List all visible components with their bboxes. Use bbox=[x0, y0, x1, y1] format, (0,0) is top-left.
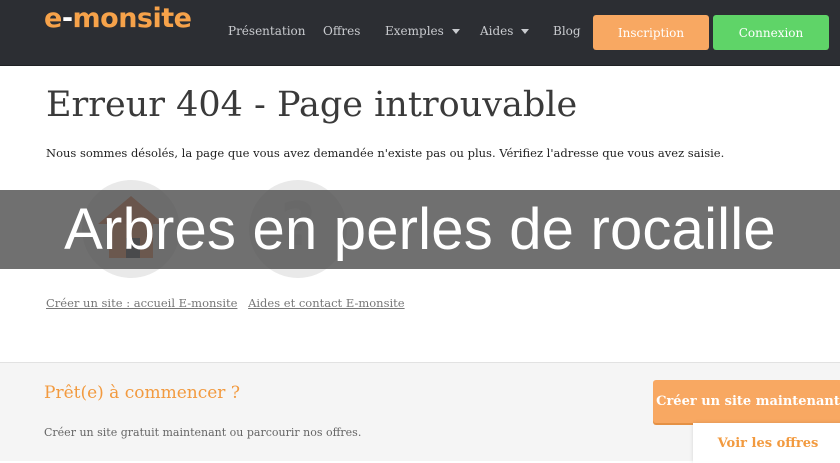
footer-title: Prêt(e) à commencer ? bbox=[44, 383, 240, 403]
nav-label: Offres bbox=[323, 24, 361, 38]
link-accueil-emonsite[interactable]: Créer un site : accueil E-monsite bbox=[46, 296, 237, 310]
page-title: Erreur 404 - Page introuvable bbox=[46, 85, 578, 125]
nav-item-exemples[interactable]: Exemples bbox=[385, 24, 460, 38]
logo-e: e bbox=[44, 3, 62, 34]
chevron-down-icon bbox=[521, 29, 530, 34]
nav-item-blog[interactable]: Blog bbox=[553, 24, 581, 38]
help-links: Créer un site : accueil E-monsite Aides … bbox=[46, 296, 412, 310]
create-site-button[interactable]: Créer un site maintenant bbox=[653, 380, 840, 423]
link-aides-contact[interactable]: Aides et contact E-monsite bbox=[248, 296, 405, 310]
chevron-down-icon bbox=[451, 29, 460, 34]
inscription-button[interactable]: Inscription bbox=[593, 15, 709, 50]
footer-subtitle: Créer un site gratuit maintenant ou parc… bbox=[44, 426, 362, 439]
nav-item-presentation[interactable]: Présentation bbox=[228, 24, 306, 38]
nav-label: Aides bbox=[480, 24, 514, 38]
e-monsite-logo[interactable]: e-monsite bbox=[44, 2, 192, 36]
logo-monsite: monsite bbox=[72, 3, 192, 34]
nav-label: Blog bbox=[553, 24, 581, 38]
overlay-title: Arbres en perles de rocaille bbox=[64, 197, 776, 262]
error-message: Nous sommes désolés, la page que vous av… bbox=[46, 146, 725, 160]
logo-dash: - bbox=[61, 3, 73, 34]
view-offers-button[interactable]: Voir les offres bbox=[693, 423, 840, 463]
top-header: e-monsite Présentation Offres Exemples A… bbox=[0, 0, 840, 66]
nav-label: Présentation bbox=[228, 24, 306, 38]
nav-label: Exemples bbox=[385, 24, 444, 38]
connexion-button[interactable]: Connexion bbox=[713, 15, 829, 50]
nav-item-aides[interactable]: Aides bbox=[480, 24, 530, 38]
footer-cta: Prêt(e) à commencer ? Créer un site grat… bbox=[0, 362, 840, 463]
nav-item-offres[interactable]: Offres bbox=[323, 24, 360, 38]
